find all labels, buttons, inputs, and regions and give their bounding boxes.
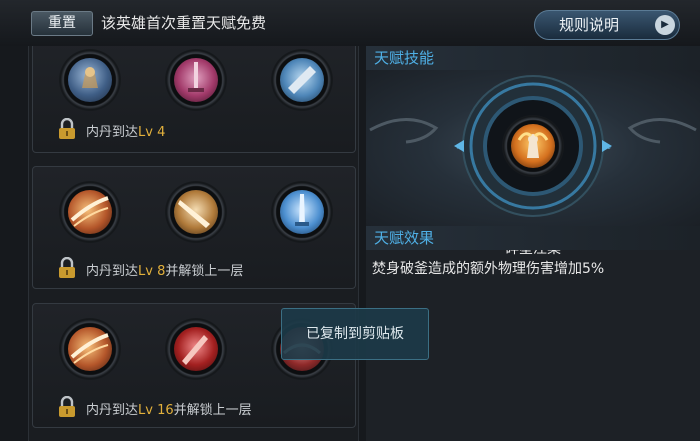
lock-icon: [59, 257, 75, 278]
talent-effect-description: 焚身破釜造成的额外物理伤害增加5%: [372, 261, 605, 277]
blue-cleaver-icon[interactable]: [271, 49, 333, 111]
required-level: Lv 16: [138, 403, 174, 418]
svg-text:≈: ≈: [604, 143, 612, 153]
lock-requirement-suffix: 并解锁上一层: [165, 264, 244, 279]
talent-effect-heading: 天赋效果: [366, 226, 700, 250]
required-level: Lv 8: [138, 264, 166, 279]
copied-toast: 已复制到剪贴板: [281, 308, 429, 360]
talent-skill-stage: ≈ ≈: [366, 70, 700, 226]
svg-text:≈: ≈: [456, 143, 464, 153]
required-level: Lv 4: [138, 125, 166, 140]
lock-requirement-suffix: 并解锁上一层: [173, 403, 252, 418]
golden-sword-icon[interactable]: [165, 181, 227, 243]
flaming-warrior-icon[interactable]: [502, 115, 564, 177]
blood-claw-icon[interactable]: [165, 318, 227, 380]
talent-tree-panel[interactable]: 内丹到达Lv 4 内丹到达Lv 8并解锁上一层 内丹到达Lv 16并解锁上一层: [28, 46, 359, 441]
talent-tier-2: 内丹到达Lv 8并解锁上一层: [32, 166, 356, 289]
lock-requirement-prefix: 内丹到达: [86, 125, 139, 140]
armored-warrior-icon[interactable]: [59, 49, 121, 111]
lock-requirement-prefix: 内丹到达: [86, 403, 139, 418]
top-bar: 重置 该英雄首次重置天赋免费 规则说明 ▶: [0, 0, 700, 46]
lock-requirement-prefix: 内丹到达: [86, 264, 139, 279]
lock-icon: [59, 396, 75, 417]
slash-strike-icon[interactable]: [59, 318, 121, 380]
talent-skill-heading: 天赋技能: [366, 46, 700, 70]
slash-strike-icon[interactable]: [59, 181, 121, 243]
talent-tier-1: 内丹到达Lv 4: [32, 46, 356, 153]
talent-detail-panel: 天赋技能 ≈ ≈ 碎星涅槃 天赋效果 焚身破釜造成的额外物理伤害增加5%: [366, 46, 700, 441]
reset-free-note: 该英雄首次重置天赋免费: [101, 14, 267, 32]
rules-button[interactable]: 规则说明 ▶: [534, 10, 680, 40]
rules-button-label: 规则说明: [559, 16, 620, 34]
ice-blade-icon[interactable]: [271, 181, 333, 243]
reset-button[interactable]: 重置: [31, 11, 93, 36]
play-arrow-icon: ▶: [655, 15, 675, 35]
crimson-blade-icon[interactable]: [165, 49, 227, 111]
lock-icon: [59, 118, 75, 139]
